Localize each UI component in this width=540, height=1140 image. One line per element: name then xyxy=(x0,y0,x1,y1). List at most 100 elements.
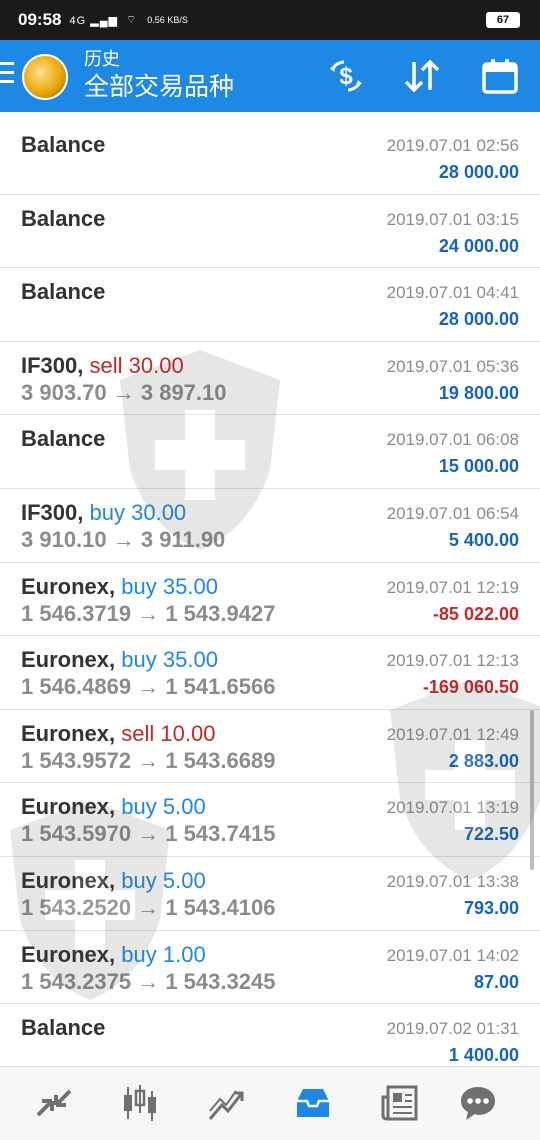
svg-text:$: $ xyxy=(339,63,353,90)
row-symbol-line: Euronex, buy 1.00 xyxy=(21,942,206,968)
row-date: 2019.07.01 06:54 xyxy=(386,503,519,523)
history-row[interactable]: Euronex, buy 5.00 1 543.5970 → 1 543.741… xyxy=(0,783,540,857)
row-symbol: Balance xyxy=(21,1015,106,1041)
row-profit: 1 400.00 xyxy=(448,1045,519,1066)
history-list: Balance 2019.07.01 02:56 28 000.00 Balan… xyxy=(0,121,540,1078)
row-profit: 28 000.00 xyxy=(438,162,519,182)
history-row[interactable]: Euronex, buy 35.00 1 546.3719 → 1 543.94… xyxy=(0,563,540,637)
row-op: sell xyxy=(121,720,155,746)
row-op: buy xyxy=(121,794,157,820)
row-symbol: Balance xyxy=(21,279,106,305)
row-profit: 2 883.00 xyxy=(448,750,519,771)
bottom-nav xyxy=(0,1066,540,1140)
history-row[interactable]: IF300, sell 30.00 3 903.70 → 3 897.10 20… xyxy=(0,342,540,416)
row-profit: 5 400.00 xyxy=(448,529,519,550)
row-profit: 722.50 xyxy=(463,824,519,845)
row-date: 2019.07.01 14:02 xyxy=(386,945,519,965)
row-symbol-line: Euronex, buy 35.00 xyxy=(21,647,218,673)
row-symbol-line: Balance xyxy=(21,206,105,232)
currency-exchange-icon[interactable]: $ xyxy=(326,56,366,96)
row-symbol: Euronex, xyxy=(21,573,116,599)
calendar-icon[interactable] xyxy=(480,56,520,96)
row-op: buy xyxy=(121,647,157,673)
row-symbol-line: Euronex, buy 5.00 xyxy=(21,794,206,820)
menu-icon[interactable] xyxy=(0,62,14,86)
row-volume: 10.00 xyxy=(160,720,216,746)
row-op: buy xyxy=(121,867,157,893)
row-volume: 5.00 xyxy=(162,867,206,893)
row-op: sell xyxy=(89,352,123,378)
row-prices: 1 546.3719 → 1 543.9427 xyxy=(21,600,276,626)
row-volume: 35.00 xyxy=(162,647,218,673)
row-symbol: Euronex, xyxy=(21,647,116,673)
battery-level: 67 xyxy=(496,14,510,26)
status-time: 09:58 xyxy=(18,10,62,29)
row-profit: 15 000.00 xyxy=(438,456,519,477)
row-date: 2019.07.01 12:19 xyxy=(386,577,519,597)
row-date: 2019.07.01 05:36 xyxy=(386,356,519,376)
row-volume: 1.00 xyxy=(162,941,206,967)
row-volume: 30.00 xyxy=(128,352,184,378)
row-symbol: Euronex, xyxy=(21,941,116,967)
row-symbol-line: IF300, buy 30.00 xyxy=(21,500,186,526)
scrollbar[interactable] xyxy=(530,710,534,870)
net-speed: 0.56 KB/S xyxy=(147,14,188,25)
row-symbol: Euronex, xyxy=(21,867,116,893)
app-bar: 历史 全部交易品种 $ xyxy=(0,40,540,112)
row-profit: 28 000.00 xyxy=(438,309,519,330)
row-profit: -169 060.50 xyxy=(422,677,519,698)
row-symbol-line: Balance xyxy=(21,132,105,158)
row-profit: 19 800.00 xyxy=(438,382,519,403)
row-volume: 30.00 xyxy=(131,499,187,525)
trade-icon[interactable] xyxy=(206,1083,246,1123)
page-subtitle[interactable]: 全部交易品种 xyxy=(84,70,234,104)
row-symbol: Euronex, xyxy=(21,794,116,820)
row-profit: 24 000.00 xyxy=(438,235,519,256)
app-logo xyxy=(22,54,68,100)
row-symbol-line: Balance xyxy=(21,426,105,452)
chart-icon[interactable] xyxy=(120,1083,160,1123)
row-symbol-line: IF300, sell 30.00 xyxy=(21,353,184,379)
signal-label: 4G xyxy=(69,14,87,27)
history-icon[interactable] xyxy=(293,1083,333,1123)
quotes-icon[interactable] xyxy=(34,1083,74,1123)
row-date: 2019.07.01 03:15 xyxy=(386,209,519,229)
history-row[interactable]: Euronex, buy 35.00 1 546.4869 → 1 541.65… xyxy=(0,636,540,710)
battery-icon: 67 xyxy=(486,12,520,28)
row-date: 2019.07.02 01:31 xyxy=(386,1019,519,1039)
chat-icon[interactable] xyxy=(458,1083,498,1123)
history-row[interactable]: Balance 2019.07.01 02:56 28 000.00 xyxy=(0,121,540,195)
row-symbol: Balance xyxy=(21,132,106,157)
history-row[interactable]: Balance 2019.07.01 03:15 24 000.00 xyxy=(0,195,540,269)
row-date: 2019.07.01 04:41 xyxy=(386,283,519,303)
row-symbol-line: Euronex, buy 5.00 xyxy=(21,868,206,894)
row-date: 2019.07.01 02:56 xyxy=(386,136,519,155)
history-row[interactable]: Euronex, buy 1.00 1 543.2375 → 1 543.324… xyxy=(0,931,540,1005)
history-row[interactable]: Euronex, sell 10.00 1 543.9572 → 1 543.6… xyxy=(0,710,540,784)
history-row[interactable]: Euronex, buy 5.00 1 543.2520 → 1 543.410… xyxy=(0,857,540,931)
row-volume: 5.00 xyxy=(162,794,206,820)
sort-icon[interactable] xyxy=(402,56,442,96)
news-icon[interactable] xyxy=(380,1083,420,1123)
row-date: 2019.07.01 13:38 xyxy=(386,871,519,891)
row-op: buy xyxy=(121,573,157,599)
row-date: 2019.07.01 06:08 xyxy=(386,430,519,450)
row-profit: -85 022.00 xyxy=(432,603,519,624)
row-op: buy xyxy=(121,941,157,967)
row-symbol-line: Balance xyxy=(21,279,105,305)
row-date: 2019.07.01 12:13 xyxy=(386,651,519,671)
row-profit: 793.00 xyxy=(463,897,519,918)
history-row[interactable]: Balance 2019.07.01 06:08 15 000.00 xyxy=(0,415,540,489)
row-prices: 3 910.10 → 3 911.90 xyxy=(21,526,226,552)
status-bar: 09:58 4G ▂▄▆ ⌔ 0.56 KB/S 67 xyxy=(0,0,540,40)
row-symbol: Balance xyxy=(21,426,106,452)
row-volume: 35.00 xyxy=(162,573,218,599)
row-symbol: Euronex, xyxy=(21,720,116,746)
history-row[interactable]: Balance 2019.07.01 04:41 28 000.00 xyxy=(0,268,540,342)
row-symbol-line: Balance xyxy=(21,1015,105,1041)
wifi-icon: ⌔ xyxy=(125,14,138,26)
history-row[interactable]: IF300, buy 30.00 3 910.10 → 3 911.90 201… xyxy=(0,489,540,563)
row-prices: 3 903.70 → 3 897.10 xyxy=(21,379,227,405)
row-date: 2019.07.01 13:19 xyxy=(386,798,519,818)
row-prices: 1 546.4869 → 1 541.6566 xyxy=(21,674,276,700)
